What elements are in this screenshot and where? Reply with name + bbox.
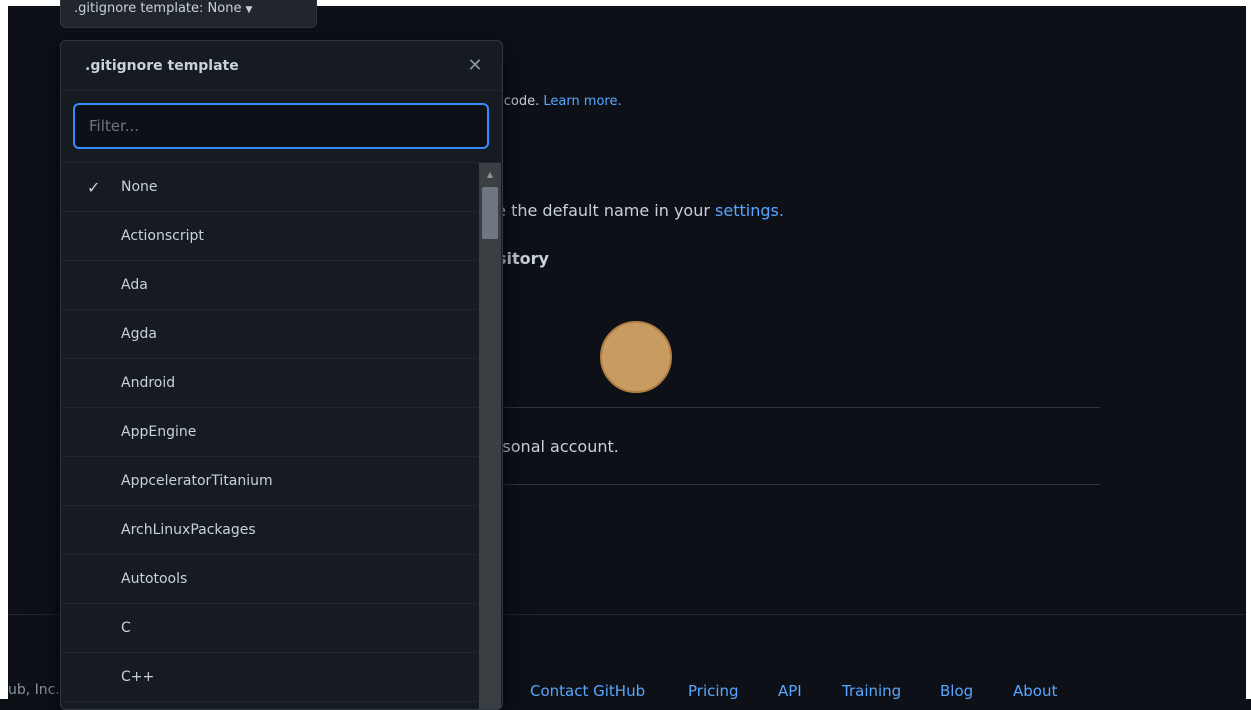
section-divider-2 (486, 484, 1100, 485)
list-item-label: None (121, 179, 158, 195)
list-item-label: AppEngine (121, 424, 197, 440)
list-scrollbar[interactable]: ▲ (479, 163, 501, 709)
close-icon[interactable]: ✕ (464, 55, 486, 77)
checkmark-icon: ✓ (87, 177, 101, 197)
list-item-label: Actionscript (121, 228, 204, 244)
caret-down-icon: ▼ (245, 5, 253, 15)
list-item-label: Ada (121, 277, 148, 293)
scroll-up-arrow-icon[interactable]: ▲ (479, 169, 501, 181)
section-divider-1 (486, 407, 1100, 408)
list-item-ada[interactable]: Ada (61, 261, 477, 310)
list-item-label: ArchLinuxPackages (121, 522, 256, 538)
list-item-label: Autotools (121, 571, 188, 587)
footer-copyright: ub, Inc. (8, 682, 60, 698)
list-item-appengine[interactable]: AppEngine (61, 408, 477, 457)
learn-more-link[interactable]: Learn more. (543, 94, 621, 109)
filter-container (61, 91, 502, 163)
gitignore-template-toggle[interactable]: .gitignore template: None ▼ (60, 0, 317, 28)
personal-account-text: ersonal account. (486, 437, 619, 456)
dropdown-header: .gitignore template ✕ (61, 41, 502, 91)
footer-link-blog[interactable]: Blog (940, 682, 973, 700)
default-branch-label: ge the default name in your (486, 201, 710, 220)
footer-link-contact[interactable]: Contact GitHub (530, 682, 645, 700)
filter-input[interactable] (73, 103, 489, 149)
right-edge (1246, 0, 1251, 699)
footer-link-training[interactable]: Training (842, 682, 901, 700)
scroll-thumb[interactable] (482, 187, 498, 239)
cursor-indicator (600, 321, 672, 393)
footer-link-pricing[interactable]: Pricing (688, 682, 739, 700)
left-edge (0, 0, 8, 699)
toggle-label: .gitignore template: None (74, 1, 242, 16)
template-list-area: ✓ None Actionscript Ada Agda Android App… (61, 163, 502, 709)
list-item-android[interactable]: Android (61, 359, 477, 408)
list-item-none[interactable]: ✓ None (61, 163, 477, 212)
footer-link-api[interactable]: API (778, 682, 802, 700)
list-item-c[interactable]: C (61, 604, 477, 653)
list-item-label: Android (121, 375, 176, 391)
template-list: ✓ None Actionscript Ada Agda Android App… (61, 163, 477, 702)
list-item-actionscript[interactable]: Actionscript (61, 212, 477, 261)
default-branch-text: ge the default name in your settings. (486, 201, 784, 220)
footer-link-about[interactable]: About (1013, 682, 1057, 700)
gitignore-template-dropdown: .gitignore template ✕ ✓ None Actionscrip… (60, 40, 503, 710)
list-item-cpp[interactable]: C++ (61, 653, 477, 702)
list-item-agda[interactable]: Agda (61, 310, 477, 359)
list-item-label: AppceleratorTitanium (121, 473, 273, 489)
list-item-appceleratortitanium[interactable]: AppceleratorTitanium (61, 457, 477, 506)
list-item-autotools[interactable]: Autotools (61, 555, 477, 604)
list-item-label: Agda (121, 326, 157, 342)
license-description: ur code. Learn more. (486, 94, 622, 109)
list-item-archlinuxpackages[interactable]: ArchLinuxPackages (61, 506, 477, 555)
list-item-label: C (121, 620, 131, 636)
list-item-label: C++ (121, 669, 155, 685)
dropdown-title: .gitignore template (85, 57, 239, 74)
settings-link[interactable]: settings. (715, 201, 784, 220)
